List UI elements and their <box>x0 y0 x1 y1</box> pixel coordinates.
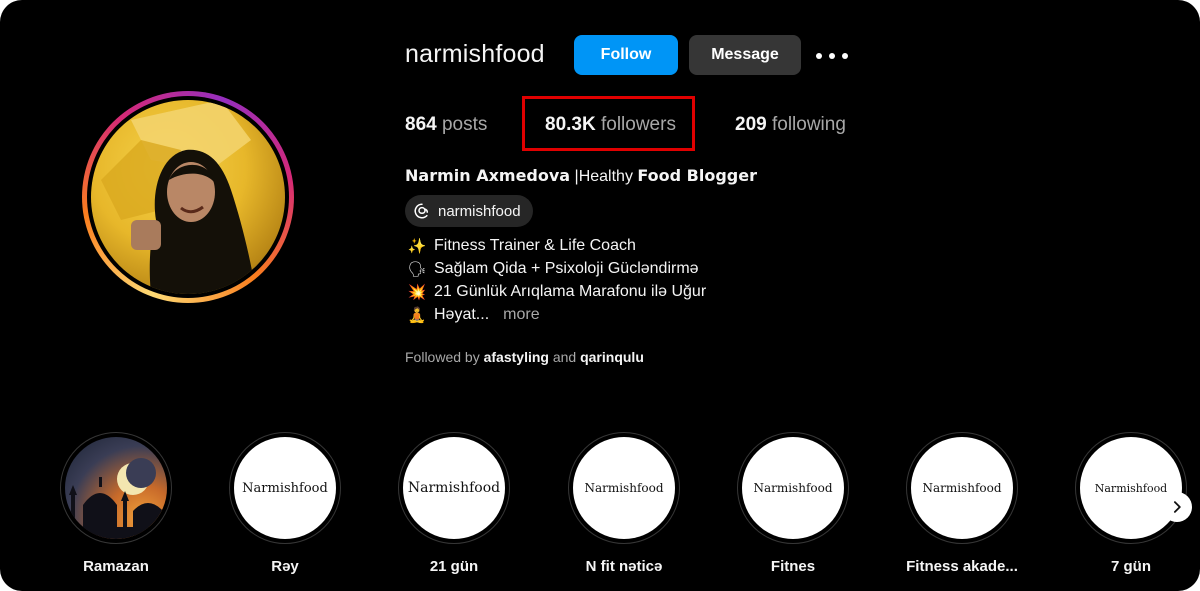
highlight-cover-ramazan <box>65 437 167 539</box>
highlight-cover: Narmishfood <box>403 437 505 539</box>
followers-highlight-box <box>522 96 695 151</box>
highlight-label: Fitness akade... <box>906 558 1018 575</box>
highlight-label: N fit nəticə <box>585 558 663 575</box>
highlight-label: 21 gün <box>429 558 479 575</box>
followed-by-user[interactable]: afastyling <box>484 349 549 365</box>
chevron-right-icon <box>1173 501 1181 513</box>
follow-button[interactable]: Follow <box>574 35 678 75</box>
highlight-item[interactable]: Narmishfood Fitnes <box>708 432 878 575</box>
highlight-item[interactable]: Narmishfood Rəy <box>200 432 370 575</box>
threads-icon <box>414 203 428 219</box>
posts-stat: 864 posts <box>405 114 487 136</box>
profile-full-name: Narmin Axmedova |Healthy Food Blogger <box>405 166 757 185</box>
highlight-cover: Narmishfood <box>911 437 1013 539</box>
highlights-next-button[interactable] <box>1162 492 1192 522</box>
threads-handle: narmishfood <box>438 202 521 220</box>
highlight-label: 7 gün <box>1111 558 1151 575</box>
followed-by-user[interactable]: qarinqulu <box>580 349 644 365</box>
bio-line: ✨ Fitness Trainer & Life Coach <box>407 237 636 255</box>
bio-line: 💥 21 Günlük Arıqlama Marafonu ilə Uğur <box>407 283 707 301</box>
sparkles-icon: ✨ <box>407 238 427 255</box>
profile-username: narmishfood <box>405 40 545 68</box>
highlight-label: Ramazan <box>83 558 149 575</box>
followed-by[interactable]: Followed by afastyling and qarinqulu <box>405 349 644 365</box>
collision-icon: 💥 <box>407 284 427 301</box>
more-options-icon[interactable] <box>816 44 848 68</box>
following-label: following <box>771 114 846 135</box>
highlight-label: Fitnes <box>770 558 816 575</box>
following-stat[interactable]: 209 following <box>735 114 846 136</box>
highlight-cover: Narmishfood <box>1080 437 1182 539</box>
highlight-label: Rəy <box>271 558 299 575</box>
highlight-cover: Narmishfood <box>742 437 844 539</box>
avatar-photo <box>91 100 285 294</box>
bio-line: 🗣 Sağlam Qida + Psixoloji Gücləndirmə <box>407 260 699 278</box>
profile-page: narmishfood Follow Message 864 posts 80.… <box>0 0 1200 591</box>
profile-avatar[interactable] <box>82 91 294 303</box>
highlight-cover: Narmishfood <box>234 437 336 539</box>
meditation-icon: 🧘 <box>407 307 427 324</box>
threads-link[interactable]: narmishfood <box>405 195 533 227</box>
speaking-head-icon: 🗣 <box>407 261 427 278</box>
highlight-item[interactable]: Narmishfood 21 gün <box>369 432 539 575</box>
following-count: 209 <box>735 114 767 135</box>
mosque-moon-icon <box>65 458 167 539</box>
bio-more-link[interactable]: more <box>503 306 539 324</box>
highlight-item[interactable]: Narmishfood N fit nəticə <box>539 432 709 575</box>
highlight-item[interactable]: Narmishfood Fitness akade... <box>877 432 1047 575</box>
highlight-item[interactable]: Ramazan <box>31 432 201 575</box>
message-button[interactable]: Message <box>689 35 801 75</box>
bio-line: 🧘 Həyat... more <box>407 306 540 324</box>
highlight-cover: Narmishfood <box>573 437 675 539</box>
posts-count: 864 <box>405 114 437 135</box>
posts-label: posts <box>441 114 488 135</box>
